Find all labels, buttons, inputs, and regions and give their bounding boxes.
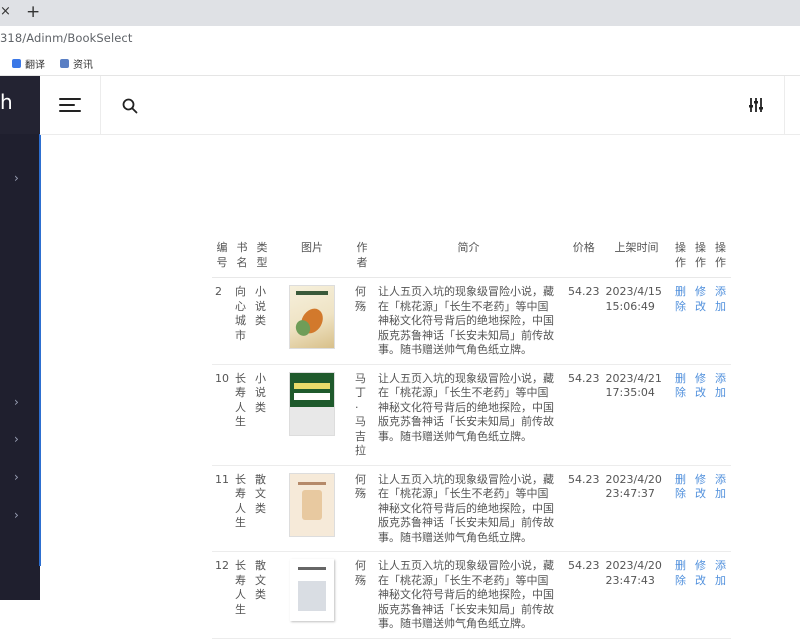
cell-id: 12 [212,551,232,639]
cell-price: 54.23 [565,465,603,552]
bookmark-label: 翻译 [25,60,45,71]
cell-image [272,551,352,639]
header-divider [784,76,785,134]
cell-author: 何殇 [352,465,372,552]
book-table: 编号 书名 类型 图片 作者 简介 价格 上架时间 操作 操作 操作 2 向心城… [212,236,731,639]
header-intro: 简介 [372,236,565,278]
translate-icon [12,59,21,68]
cell-name: 向心城市 [232,277,252,365]
cell-time: 2023/4/21 17:35:04 [602,364,671,466]
news-icon [60,59,69,68]
cell-name: 长寿人生 [232,465,252,552]
browser-tab-bar: × + [0,0,800,26]
cell-intro: 让人五页入坑的现象级冒险小说，藏在「桃花源」「长生不老药」等中国神秘文化符号背后… [372,277,565,365]
cell-type: 散文类 [252,465,272,552]
table-row: 10 长寿人生 小说类 马丁·马吉拉 让人五页入坑的现象级冒险小说，藏在「桃花源… [212,364,731,466]
delete-link[interactable]: 删除 [670,465,691,552]
cell-type: 散文类 [252,551,272,639]
sidebar-logo-area: h [0,76,40,134]
add-link[interactable]: 添加 [710,364,731,466]
bookmark-label: 资讯 [73,60,93,71]
top-header [40,76,800,135]
table-row: 11 长寿人生 散文类 何殇 让人五页入坑的现象级冒险小说，藏在「桃花源」「长生… [212,465,731,552]
cell-name: 长寿人生 [232,364,252,466]
header-price: 价格 [565,236,603,278]
cell-id: 2 [212,277,232,365]
edit-link[interactable]: 修改 [690,551,711,639]
table-row: 2 向心城市 小说类 何殇 让人五页入坑的现象级冒险小说，藏在「桃花源」「长生不… [212,277,731,365]
url-text[interactable]: 318/Adinm/BookSelect [0,31,132,45]
header-id: 编号 [212,236,232,278]
cell-image [272,277,352,365]
cell-image [272,465,352,552]
edit-link[interactable]: 修改 [690,364,711,466]
cell-intro: 让人五页入坑的现象级冒险小说，藏在「桃花源」「长生不老药」等中国神秘文化符号背后… [372,465,565,552]
cell-author: 何殇 [352,277,372,365]
chevron-right-icon[interactable]: › [14,171,24,185]
header-type: 类型 [252,236,272,278]
table-row: 12 长寿人生 散文类 何殇 让人五页入坑的现象级冒险小说，藏在「桃花源」「长生… [212,551,731,639]
edit-link[interactable]: 修改 [690,465,711,552]
delete-link[interactable]: 删除 [670,364,691,466]
cell-intro: 让人五页入坑的现象级冒险小说，藏在「桃花源」「长生不老药」等中国神秘文化符号背后… [372,551,565,639]
menu-toggle-icon[interactable] [59,98,81,112]
header-name: 书名 [232,236,252,278]
book-cover-image [290,559,334,621]
sidebar: h › › › › › [0,76,40,600]
cell-price: 54.23 [565,277,603,365]
logo-text: h [0,90,13,114]
delete-link[interactable]: 删除 [670,277,691,365]
add-link[interactable]: 添加 [710,551,731,639]
cell-intro: 让人五页入坑的现象级冒险小说，藏在「桃花源」「长生不老药」等中国神秘文化符号背后… [372,364,565,466]
header-divider [100,76,101,134]
address-bar[interactable]: 318/Adinm/BookSelect [0,26,800,50]
header-op-delete: 操作 [670,236,691,278]
cell-id: 10 [212,364,232,466]
chevron-right-icon[interactable]: › [14,395,24,409]
table-header-row: 编号 书名 类型 图片 作者 简介 价格 上架时间 操作 操作 操作 [212,236,731,278]
bookmark-news[interactable]: 资讯 [60,56,93,71]
header-author: 作者 [352,236,372,278]
cell-time: 2023/4/20 23:47:43 [602,551,671,639]
tab-close-icon[interactable]: × [0,4,11,19]
header-op-add: 操作 [710,236,731,278]
delete-link[interactable]: 删除 [670,551,691,639]
cell-id: 11 [212,465,232,552]
cell-time: 2023/4/20 23:47:37 [602,465,671,552]
cell-image [272,364,352,466]
settings-sliders-icon[interactable] [747,96,765,114]
chevron-right-icon[interactable]: › [14,432,24,446]
chevron-right-icon[interactable]: › [14,470,24,484]
cell-author: 何殇 [352,551,372,639]
add-link[interactable]: 添加 [710,465,731,552]
search-icon[interactable] [122,98,138,114]
new-tab-button[interactable]: + [26,2,40,22]
cell-price: 54.23 [565,551,603,639]
sidebar-accent-line [39,134,41,566]
book-cover-image [289,285,335,349]
book-table-container: 编号 书名 类型 图片 作者 简介 价格 上架时间 操作 操作 操作 2 向心城… [212,236,800,639]
bookmark-translate[interactable]: 翻译 [12,56,45,71]
cell-type: 小说类 [252,277,272,365]
header-op-edit: 操作 [690,236,711,278]
cell-name: 长寿人生 [232,551,252,639]
cell-type: 小说类 [252,364,272,466]
cell-author: 马丁·马吉拉 [352,364,372,466]
edit-link[interactable]: 修改 [690,277,711,365]
header-image: 图片 [272,236,352,278]
bookmarks-bar: 翻译 资讯 [0,50,800,76]
add-link[interactable]: 添加 [710,277,731,365]
book-cover-image [289,472,335,537]
chevron-right-icon[interactable]: › [14,508,24,522]
cell-price: 54.23 [565,364,603,466]
cell-time: 2023/4/15 15:06:49 [602,277,671,365]
book-cover-image [289,371,335,436]
header-time: 上架时间 [602,236,671,278]
